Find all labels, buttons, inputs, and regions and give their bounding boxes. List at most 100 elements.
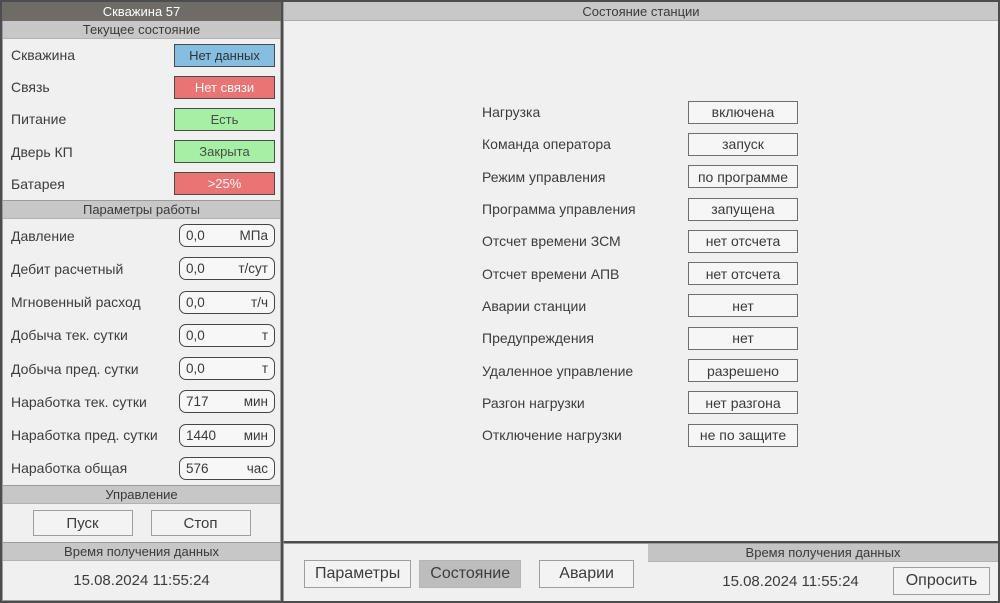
param-row: Давление 0,0 МПа [11, 224, 275, 247]
station-row: Нагрузка включена [284, 96, 998, 128]
scada-window: Скважина 57 Текущее состояние Скважина Н… [0, 0, 1000, 603]
status-badge: Нет связи [174, 76, 275, 99]
param-unit: т/ч [251, 295, 268, 310]
param-value-box: 0,0 т/ч [179, 291, 275, 314]
well-data-timestamp: 15.08.2024 11:55:24 [3, 561, 280, 600]
station-value-box: нет отсчета [688, 262, 798, 285]
well-data-time-section: Время получения данных 15.08.2024 11:55:… [2, 543, 281, 601]
param-unit: мин [244, 428, 268, 443]
station-row: Отключение нагрузки не по защите [284, 419, 998, 451]
station-row: Разгон нагрузки нет разгона [284, 387, 998, 419]
status-badge: Нет данных [174, 44, 275, 67]
well-panel: Скважина 57 Текущее состояние Скважина Н… [2, 2, 283, 601]
tab-button[interactable]: Аварии [539, 560, 634, 588]
param-unit: т [262, 328, 268, 343]
poll-button[interactable]: Опросить [893, 567, 990, 595]
station-label: Команда оператора [482, 136, 688, 152]
current-state-section: Текущее состояние Скважина Нет данных Св… [2, 21, 281, 201]
start-button[interactable]: Пуск [33, 510, 133, 536]
param-label: Добыча тек. сутки [11, 327, 128, 343]
state-label: Связь [11, 79, 50, 95]
state-row: Батарея >25% [11, 172, 275, 195]
station-label: Аварии станции [482, 298, 688, 314]
tab-button[interactable]: Состояние [419, 560, 521, 588]
status-badge: Есть [174, 108, 275, 131]
state-label: Скважина [11, 47, 75, 63]
station-state-header: Состояние станции [284, 2, 998, 21]
station-value-box: нет [688, 327, 798, 350]
param-label: Добыча пред. сутки [11, 361, 139, 377]
param-row: Наработка тек. сутки 717 мин [11, 390, 275, 413]
param-value: 0,0 [186, 295, 205, 310]
station-label: Программа управления [482, 201, 688, 217]
station-value-box: запущена [688, 198, 798, 221]
param-row: Наработка пред. сутки 1440 мин [11, 424, 275, 447]
param-row: Наработка общая 576 час [11, 457, 275, 480]
station-label: Удаленное управление [482, 363, 688, 379]
station-row: Предупреждения нет [284, 322, 998, 354]
tab-button[interactable]: Параметры [304, 560, 411, 588]
station-row: Команда оператора запуск [284, 128, 998, 160]
param-value: 1440 [186, 428, 216, 443]
station-value-box: нет отсчета [688, 230, 798, 253]
stop-button[interactable]: Стоп [151, 510, 251, 536]
param-unit: т/сут [238, 261, 268, 276]
well-panel-title: Скважина 57 [2, 2, 281, 21]
param-unit: час [247, 461, 268, 476]
control-section: Управление Пуск Стоп [2, 486, 281, 543]
station-label: Отключение нагрузки [482, 427, 688, 443]
station-row: Удаленное управление разрешено [284, 354, 998, 386]
param-value-box: 717 мин [179, 390, 275, 413]
param-label: Дебит расчетный [11, 261, 123, 277]
station-row: Аварии станции нет [284, 290, 998, 322]
station-label: Отсчет времени ЗСМ [482, 233, 688, 249]
station-value-box: не по защите [688, 424, 798, 447]
view-tabs: Параметры Состояние Аварии [304, 560, 634, 588]
param-row: Добыча тек. сутки 0,0 т [11, 324, 275, 347]
station-label: Отсчет времени АПВ [482, 266, 688, 282]
station-state-panel: Состояние станции Нагрузка включена Кома… [283, 2, 998, 543]
work-params-rows: Давление 0,0 МПа Дебит расчетный 0,0 т/с… [3, 219, 280, 485]
param-value: 717 [186, 394, 209, 409]
state-label: Батарея [11, 176, 65, 192]
control-buttons: Пуск Стоп [3, 504, 280, 542]
state-label: Дверь КП [11, 144, 73, 160]
station-value-box: нет [688, 294, 798, 317]
state-row: Скважина Нет данных [11, 44, 275, 67]
well-data-time-header: Время получения данных [3, 543, 280, 561]
param-unit: т [262, 361, 268, 376]
param-label: Наработка пред. сутки [11, 427, 158, 443]
station-row: Программа управления запущена [284, 193, 998, 225]
station-row: Отсчет времени ЗСМ нет отсчета [284, 225, 998, 257]
status-badge: Закрыта [174, 140, 275, 163]
param-value: 0,0 [186, 328, 205, 343]
param-value-box: 1440 мин [179, 424, 275, 447]
state-row: Дверь КП Закрыта [11, 140, 275, 163]
poll-row: 15.08.2024 11:55:24 Опросить [648, 562, 998, 601]
station-value-box: по программе [688, 165, 798, 188]
poll-time-header: Время получения данных [648, 544, 998, 562]
param-label: Наработка общая [11, 460, 127, 476]
param-value-box: 0,0 т [179, 324, 275, 347]
current-state-rows: Скважина Нет данных Связь Нет связи Пита… [3, 39, 280, 200]
state-label: Питание [11, 111, 66, 127]
param-unit: мин [244, 394, 268, 409]
param-label: Мгновенный расход [11, 294, 141, 310]
station-label: Режим управления [482, 169, 688, 185]
param-value: 0,0 [186, 228, 205, 243]
param-value-box: 0,0 т [179, 357, 275, 380]
state-row: Питание Есть [11, 108, 275, 131]
work-params-header: Параметры работы [3, 201, 280, 219]
poll-timestamp: 15.08.2024 11:55:24 [673, 562, 908, 601]
poll-time-panel: Время получения данных 15.08.2024 11:55:… [648, 543, 998, 601]
param-unit: МПа [240, 228, 268, 243]
current-state-header: Текущее состояние [3, 21, 280, 39]
station-label: Нагрузка [482, 104, 688, 120]
view-tabs-panel: Параметры Состояние Аварии [283, 543, 650, 601]
param-row: Мгновенный расход 0,0 т/ч [11, 291, 275, 314]
param-value: 0,0 [186, 261, 205, 276]
station-row: Отсчет времени АПВ нет отсчета [284, 257, 998, 289]
state-row: Связь Нет связи [11, 76, 275, 99]
station-label: Разгон нагрузки [482, 395, 688, 411]
param-row: Дебит расчетный 0,0 т/сут [11, 257, 275, 280]
